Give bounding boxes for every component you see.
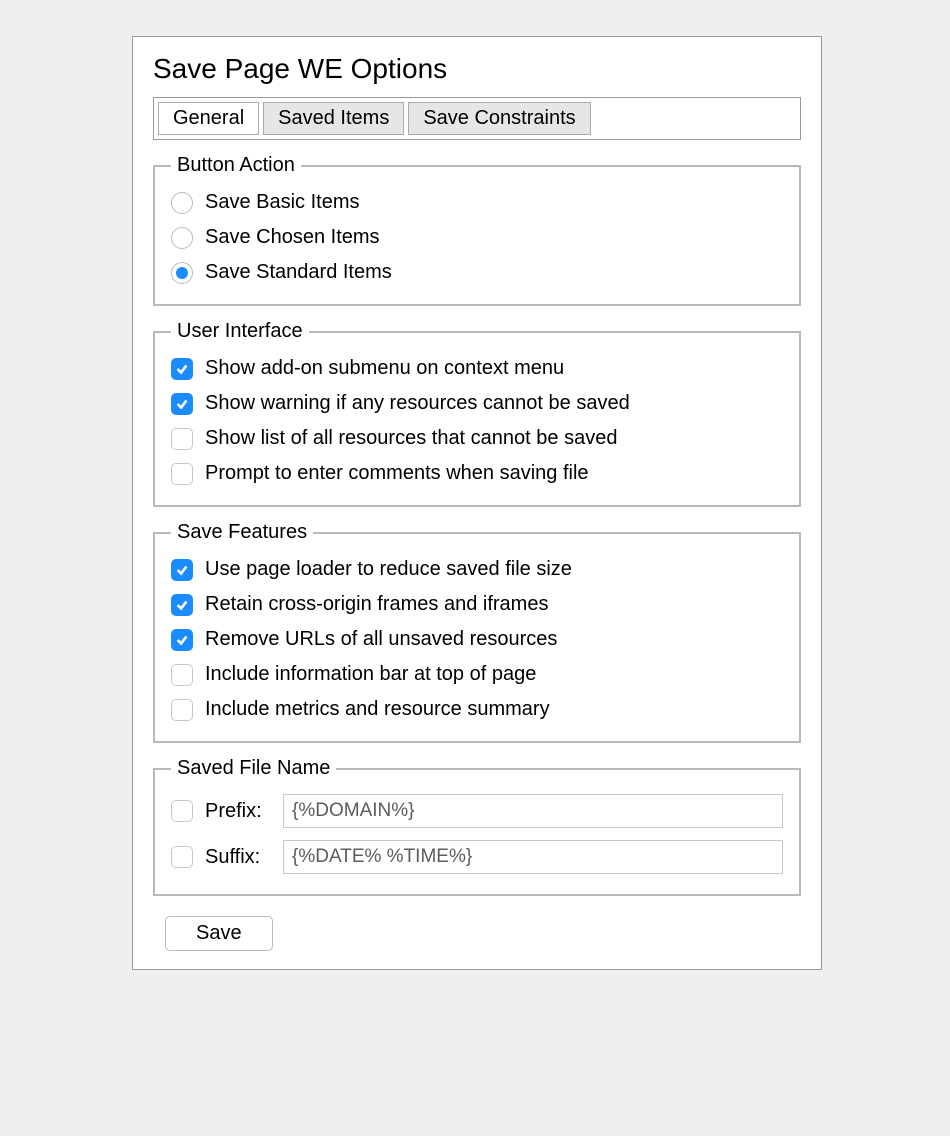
checkbox-label: Prompt to enter comments when saving fil… — [205, 462, 589, 485]
radio-row-basic[interactable]: Save Basic Items — [171, 185, 783, 220]
checkbox-label: Retain cross-origin frames and iframes — [205, 593, 548, 616]
checkbox-prefix[interactable] — [171, 800, 193, 822]
checkbox-row-loader[interactable]: Use page loader to reduce saved file siz… — [171, 552, 783, 587]
radio-icon[interactable] — [171, 262, 193, 284]
checkbox-icon[interactable] — [171, 559, 193, 581]
fieldset-button-action: Button Action Save Basic Items Save Chos… — [153, 154, 801, 306]
checkbox-row-prompt[interactable]: Prompt to enter comments when saving fil… — [171, 456, 783, 491]
checkbox-row-warning[interactable]: Show warning if any resources cannot be … — [171, 386, 783, 421]
checkbox-row-removeurls[interactable]: Remove URLs of all unsaved resources — [171, 622, 783, 657]
checkbox-icon[interactable] — [171, 594, 193, 616]
radio-row-chosen[interactable]: Save Chosen Items — [171, 220, 783, 255]
prefix-label: Prefix: — [205, 800, 271, 823]
suffix-label: Suffix: — [205, 846, 271, 869]
legend-save-features: Save Features — [171, 521, 313, 544]
fieldset-saved-file-name: Saved File Name Prefix: Suffix: — [153, 757, 801, 896]
radio-label: Save Chosen Items — [205, 226, 380, 249]
prefix-input[interactable] — [283, 794, 783, 828]
page-title: Save Page WE Options — [153, 53, 801, 85]
suffix-row: Suffix: — [171, 834, 783, 880]
checkbox-label: Include metrics and resource summary — [205, 698, 550, 721]
options-panel: Save Page WE Options General Saved Items… — [132, 36, 822, 970]
radio-label: Save Basic Items — [205, 191, 360, 214]
checkbox-row-metrics[interactable]: Include metrics and resource summary — [171, 692, 783, 727]
save-button[interactable]: Save — [165, 916, 273, 951]
checkbox-icon[interactable] — [171, 358, 193, 380]
checkbox-label: Remove URLs of all unsaved resources — [205, 628, 557, 651]
checkbox-label: Show list of all resources that cannot b… — [205, 427, 617, 450]
checkbox-row-submenu[interactable]: Show add-on submenu on context menu — [171, 351, 783, 386]
checkbox-icon[interactable] — [171, 699, 193, 721]
checkbox-label: Include information bar at top of page — [205, 663, 536, 686]
radio-label: Save Standard Items — [205, 261, 392, 284]
fieldset-save-features: Save Features Use page loader to reduce … — [153, 521, 801, 743]
tab-save-constraints[interactable]: Save Constraints — [408, 102, 590, 135]
legend-saved-file-name: Saved File Name — [171, 757, 336, 780]
legend-user-interface: User Interface — [171, 320, 309, 343]
radio-icon[interactable] — [171, 192, 193, 214]
fieldset-user-interface: User Interface Show add-on submenu on co… — [153, 320, 801, 507]
checkbox-label: Show add-on submenu on context menu — [205, 357, 564, 380]
tabs-bar: General Saved Items Save Constraints — [153, 97, 801, 140]
radio-icon[interactable] — [171, 227, 193, 249]
suffix-input[interactable] — [283, 840, 783, 874]
tab-general[interactable]: General — [158, 102, 259, 135]
checkbox-icon[interactable] — [171, 428, 193, 450]
checkbox-suffix[interactable] — [171, 846, 193, 868]
checkbox-icon[interactable] — [171, 629, 193, 651]
checkbox-label: Use page loader to reduce saved file siz… — [205, 558, 572, 581]
checkbox-icon[interactable] — [171, 463, 193, 485]
checkbox-row-crossorigin[interactable]: Retain cross-origin frames and iframes — [171, 587, 783, 622]
checkbox-row-infobar[interactable]: Include information bar at top of page — [171, 657, 783, 692]
checkbox-label: Show warning if any resources cannot be … — [205, 392, 630, 415]
tab-saved-items[interactable]: Saved Items — [263, 102, 404, 135]
checkbox-icon[interactable] — [171, 393, 193, 415]
prefix-row: Prefix: — [171, 788, 783, 834]
legend-button-action: Button Action — [171, 154, 301, 177]
checkbox-row-list[interactable]: Show list of all resources that cannot b… — [171, 421, 783, 456]
radio-row-standard[interactable]: Save Standard Items — [171, 255, 783, 290]
checkbox-icon[interactable] — [171, 664, 193, 686]
